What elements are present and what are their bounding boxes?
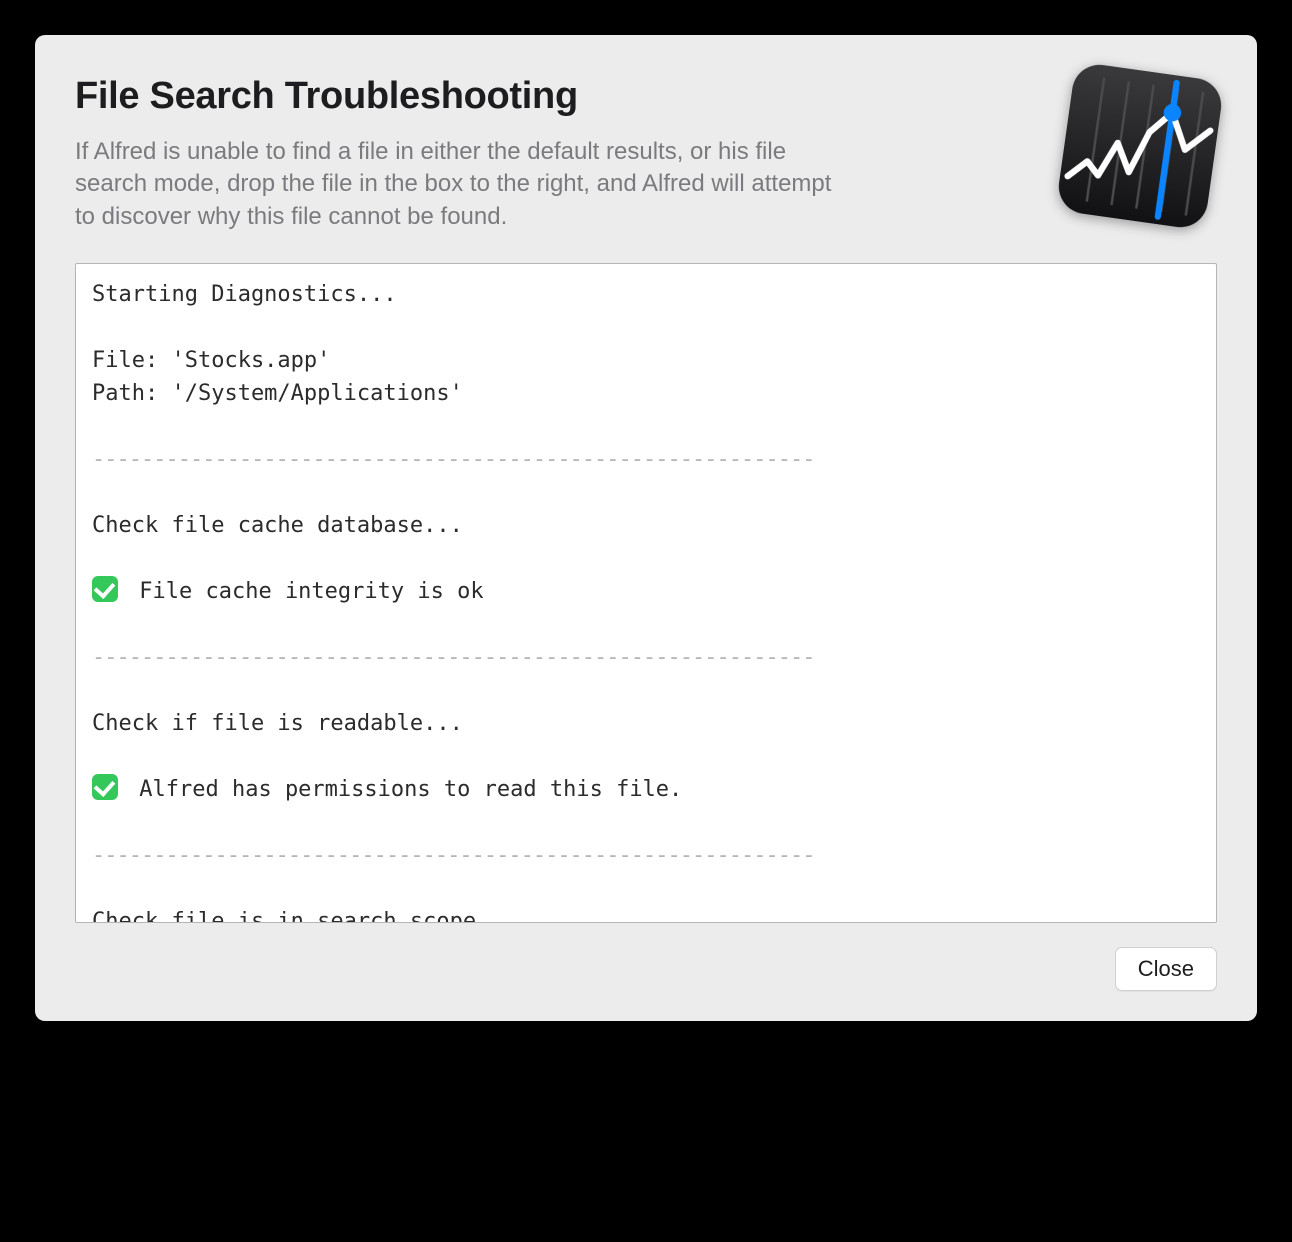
diagnostics-output[interactable]: Starting Diagnostics... File: 'Stocks.ap… <box>75 263 1217 923</box>
header-text: File Search Troubleshooting If Alfred is… <box>75 75 1065 233</box>
diagnostics-text: Starting Diagnostics... File: 'Stocks.ap… <box>76 264 1216 923</box>
close-button[interactable]: Close <box>1115 947 1217 991</box>
drop-target-app-icon[interactable] <box>1055 61 1224 230</box>
footer: Close <box>75 923 1217 991</box>
page-description: If Alfred is unable to find a file in ei… <box>75 136 835 233</box>
troubleshooting-window: File Search Troubleshooting If Alfred is… <box>35 35 1257 1021</box>
header: File Search Troubleshooting If Alfred is… <box>75 75 1217 233</box>
stocks-app-icon <box>1055 61 1224 230</box>
check-icon <box>92 576 118 602</box>
page-title: File Search Troubleshooting <box>75 75 1025 118</box>
check-icon <box>92 774 118 800</box>
